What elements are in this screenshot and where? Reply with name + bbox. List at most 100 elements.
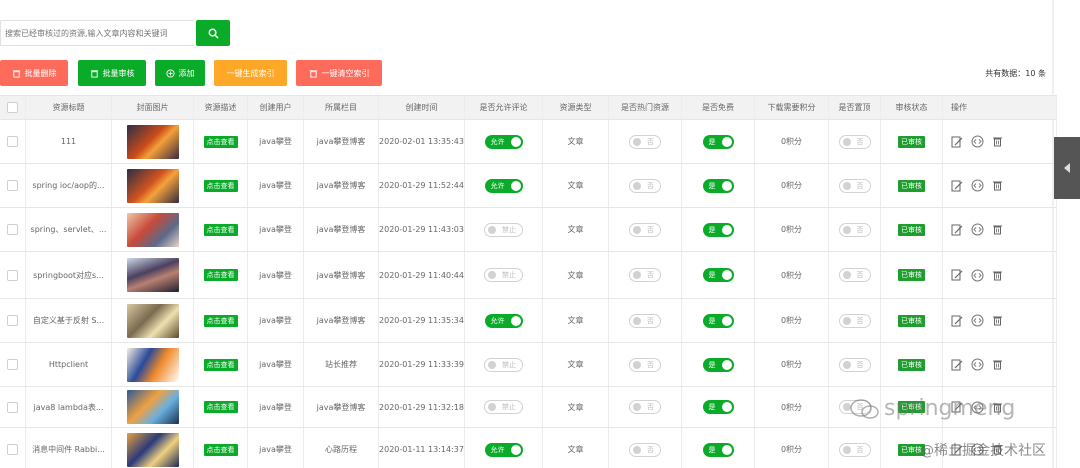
top-toggle[interactable]: 否 — [838, 178, 871, 193]
free-toggle[interactable]: 是 — [702, 178, 734, 193]
top-toggle[interactable]: 否 — [838, 357, 871, 372]
download-points: 0积分 — [780, 225, 803, 234]
comment-toggle[interactable]: 禁止 — [484, 357, 523, 372]
delete-icon[interactable] — [992, 359, 1003, 370]
add-button[interactable]: 添加 — [155, 60, 205, 86]
column-header[interactable]: 创建用户 — [248, 96, 304, 119]
top-toggle[interactable]: 否 — [838, 134, 871, 149]
view-description-link[interactable]: 点击查看 — [203, 179, 238, 192]
row-checkbox[interactable] — [7, 180, 18, 191]
column-header[interactable]: 所属栏目 — [304, 96, 379, 119]
top-toggle[interactable]: 否 — [838, 442, 871, 457]
comment-toggle[interactable]: 禁止 — [484, 268, 523, 282]
hot-toggle[interactable]: 否 — [629, 222, 661, 237]
free-toggle[interactable]: 是 — [702, 313, 734, 328]
view-code-icon[interactable] — [971, 269, 984, 282]
resource-column: java攀登博客 — [316, 181, 366, 190]
view-code-icon[interactable] — [971, 358, 984, 371]
column-header[interactable]: 下载需要积分 — [755, 96, 829, 119]
view-description-link[interactable]: 点击查看 — [203, 269, 238, 281]
comment-toggle[interactable]: 允许 — [484, 134, 523, 149]
side-collapse-tab[interactable] — [1054, 137, 1080, 199]
column-header[interactable]: 资源类型 — [543, 96, 609, 119]
view-code-icon[interactable] — [971, 314, 984, 327]
column-header[interactable]: 封面图片 — [112, 96, 194, 119]
free-toggle[interactable]: 是 — [702, 400, 734, 414]
hot-toggle[interactable]: 否 — [629, 357, 661, 372]
row-checkbox[interactable] — [7, 269, 18, 281]
row-checkbox[interactable] — [7, 224, 18, 235]
table-row[interactable]: spring、servlet、... 点击查看 java攀登 java攀登博客 2020… — [0, 208, 1057, 252]
hot-toggle[interactable]: 否 — [629, 442, 661, 457]
view-description-link[interactable]: 点击查看 — [203, 314, 238, 327]
column-header[interactable]: 创建时间 — [379, 96, 465, 119]
hot-toggle[interactable]: 否 — [629, 400, 661, 414]
row-checkbox[interactable] — [7, 401, 18, 413]
row-checkbox[interactable] — [7, 444, 18, 455]
top-toggle[interactable]: 否 — [838, 313, 871, 328]
column-header[interactable]: 是否置顶 — [829, 96, 881, 119]
view-code-icon[interactable] — [971, 179, 984, 192]
comment-toggle[interactable]: 禁止 — [484, 400, 523, 414]
view-description-link[interactable]: 点击查看 — [203, 401, 238, 413]
view-description-link[interactable]: 点击查看 — [203, 135, 238, 148]
column-header[interactable]: 是否允许评论 — [465, 96, 543, 119]
hot-toggle[interactable]: 否 — [629, 134, 661, 149]
table-row[interactable]: Httpclient 点击查看 java攀登 站长推荐 2020-01-29 11:33… — [0, 343, 1057, 387]
column-header[interactable]: 是否免费 — [682, 96, 755, 119]
top-toggle[interactable]: 否 — [838, 222, 871, 237]
column-header[interactable]: 资源标题 — [26, 96, 112, 119]
column-header[interactable]: 操作 — [943, 96, 1057, 119]
table-row[interactable]: springboot对应s... 点击查看 java攀登 java攀登博客 2020-0… — [0, 252, 1057, 299]
table-row[interactable]: 消息中间件 Rabbi... 点击查看 java攀登 心路历程 2020-01-11 1… — [0, 428, 1057, 468]
delete-icon[interactable] — [992, 180, 1003, 191]
delete-icon[interactable] — [992, 270, 1003, 281]
edit-icon[interactable] — [951, 136, 963, 148]
view-description-link[interactable]: 点击查看 — [203, 443, 238, 456]
row-checkbox[interactable] — [7, 136, 18, 147]
view-code-icon[interactable] — [971, 223, 984, 236]
free-toggle[interactable]: 是 — [702, 357, 734, 372]
hot-toggle[interactable]: 否 — [629, 313, 661, 328]
hot-toggle[interactable]: 否 — [629, 178, 661, 193]
row-checkbox[interactable] — [7, 315, 18, 326]
free-toggle[interactable]: 是 — [702, 268, 734, 282]
view-description-link[interactable]: 点击查看 — [203, 223, 238, 236]
edit-icon[interactable] — [951, 224, 963, 236]
free-toggle[interactable]: 是 — [702, 222, 734, 237]
status-cell: 已审核 — [881, 208, 943, 251]
delete-icon[interactable] — [992, 224, 1003, 235]
comment-toggle[interactable]: 允许 — [484, 178, 523, 193]
comment-toggle[interactable]: 允许 — [484, 313, 523, 328]
batch-audit-button[interactable]: 批量审核 — [78, 60, 146, 86]
comment-toggle[interactable]: 允许 — [484, 442, 523, 457]
search-input[interactable] — [0, 20, 194, 46]
select-all-checkbox[interactable] — [7, 102, 18, 113]
column-header[interactable]: 审核状态 — [881, 96, 943, 119]
edit-icon[interactable] — [951, 359, 963, 371]
table-row[interactable]: spring ioc/aop的... 点击查看 java攀登 java攀登博客 2020… — [0, 164, 1057, 208]
edit-icon[interactable] — [951, 180, 963, 192]
batch-delete-button[interactable]: 批量删除 — [0, 60, 68, 86]
column-header[interactable]: 是否热门资源 — [609, 96, 682, 119]
comment-cell: 禁止 — [465, 208, 543, 251]
clear-index-button[interactable]: 一键清空索引 — [296, 60, 382, 86]
table-row[interactable]: 自定义基于反射 S... 点击查看 java攀登 java攀登博客 2020-01-29… — [0, 299, 1057, 343]
free-toggle[interactable]: 是 — [702, 134, 734, 149]
edit-icon[interactable] — [951, 315, 963, 327]
column-cell: java攀登博客 — [304, 164, 379, 207]
delete-icon[interactable] — [992, 136, 1003, 147]
edit-icon[interactable] — [951, 269, 963, 281]
delete-icon[interactable] — [992, 315, 1003, 326]
column-header[interactable]: 资源描述 — [194, 96, 248, 119]
view-code-icon[interactable] — [971, 135, 984, 148]
hot-toggle[interactable]: 否 — [629, 268, 661, 282]
row-checkbox[interactable] — [7, 359, 18, 370]
top-toggle[interactable]: 否 — [838, 268, 871, 282]
view-description-link[interactable]: 点击查看 — [203, 358, 238, 371]
free-toggle[interactable]: 是 — [702, 442, 734, 457]
comment-toggle[interactable]: 禁止 — [484, 222, 523, 237]
search-button[interactable] — [196, 20, 230, 46]
table-row[interactable]: 111 点击查看 java攀登 java攀登博客 2020-02-01 13:35:43… — [0, 120, 1057, 164]
generate-index-button[interactable]: 一键生成索引 — [214, 60, 287, 86]
